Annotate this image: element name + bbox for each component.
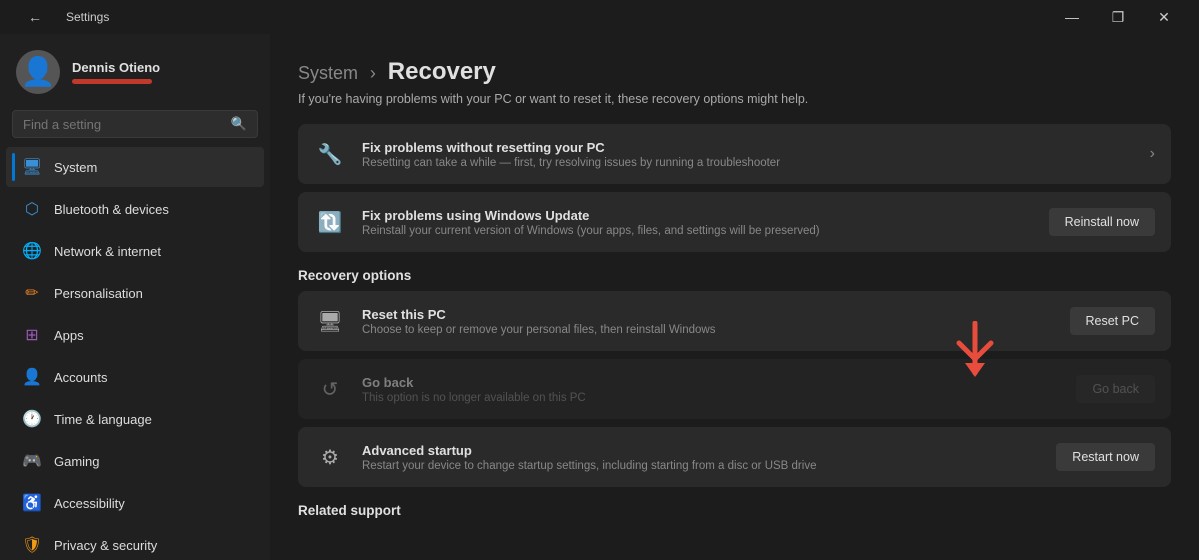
advanced-startup-text: Advanced startup Restart your device to … bbox=[362, 443, 1040, 472]
recovery-options-title: Recovery options bbox=[298, 268, 1171, 283]
go-back-title: Go back bbox=[362, 375, 1060, 390]
system-icon: 🖥 bbox=[22, 157, 42, 177]
sidebar-item-time[interactable]: 🕐 Time & language bbox=[6, 399, 264, 439]
window-controls: — ❐ ✕ bbox=[1049, 0, 1187, 34]
fix-pc-card[interactable]: 🔧 Fix problems without resetting your PC… bbox=[298, 124, 1171, 184]
go-back-card[interactable]: ↺ Go back This option is no longer avail… bbox=[298, 359, 1171, 419]
close-button[interactable]: ✕ bbox=[1141, 0, 1187, 34]
reset-pc-card[interactable]: 🖥 Reset this PC Choose to keep or remove… bbox=[298, 291, 1171, 351]
main-content: System › Recovery If you're having probl… bbox=[270, 34, 1199, 560]
bluetooth-icon: ⬡ bbox=[22, 199, 42, 219]
sidebar-item-personalisation[interactable]: ✏ Personalisation bbox=[6, 273, 264, 313]
user-bar bbox=[72, 79, 152, 84]
sidebar-item-label: Personalisation bbox=[54, 286, 143, 301]
avatar-icon: 👤 bbox=[21, 58, 56, 86]
user-info: Dennis Otieno bbox=[72, 60, 160, 84]
reinstall-now-button[interactable]: Reinstall now bbox=[1049, 208, 1155, 236]
apps-icon: ⊞ bbox=[22, 325, 42, 345]
fix-update-title: Fix problems using Windows Update bbox=[362, 208, 1033, 223]
breadcrumb: System › Recovery bbox=[298, 58, 1171, 86]
search-input[interactable] bbox=[23, 117, 223, 132]
fix-pc-text: Fix problems without resetting your PC R… bbox=[362, 140, 1134, 169]
reinstall-now-action: Reinstall now bbox=[1049, 208, 1155, 236]
reset-pc-subtitle: Choose to keep or remove your personal f… bbox=[362, 324, 1054, 336]
sidebar-item-label: Privacy & security bbox=[54, 538, 157, 553]
advanced-startup-icon: ⚙ bbox=[314, 441, 346, 473]
fix-update-icon: 🔃 bbox=[314, 206, 346, 238]
avatar: 👤 bbox=[16, 50, 60, 94]
recovery-options: 🖥 Reset this PC Choose to keep or remove… bbox=[298, 291, 1171, 487]
minimize-button[interactable]: — bbox=[1049, 0, 1095, 34]
sidebar-item-label: Gaming bbox=[54, 454, 100, 469]
advanced-startup-title: Advanced startup bbox=[362, 443, 1040, 458]
sidebar-item-accounts[interactable]: 👤 Accounts bbox=[6, 357, 264, 397]
back-button[interactable]: ← bbox=[12, 0, 58, 34]
time-icon: 🕐 bbox=[22, 409, 42, 429]
user-profile[interactable]: 👤 Dennis Otieno bbox=[0, 34, 270, 106]
reset-pc-button[interactable]: Reset PC bbox=[1070, 307, 1156, 335]
fix-pc-action: › bbox=[1150, 145, 1155, 163]
page-subtitle: If you're having problems with your PC o… bbox=[298, 92, 1171, 106]
restart-now-button[interactable]: Restart now bbox=[1056, 443, 1155, 471]
app-title: Settings bbox=[66, 10, 109, 24]
sidebar-item-bluetooth[interactable]: ⬡ Bluetooth & devices bbox=[6, 189, 264, 229]
sidebar-item-privacy[interactable]: 🛡 Privacy & security bbox=[6, 525, 264, 560]
sidebar-item-label: Network & internet bbox=[54, 244, 161, 259]
go-back-button[interactable]: Go back bbox=[1076, 375, 1155, 403]
accessibility-icon: ♿ bbox=[22, 493, 42, 513]
user-name: Dennis Otieno bbox=[72, 60, 160, 75]
go-back-subtitle: This option is no longer available on th… bbox=[362, 392, 1060, 404]
sidebar-item-label: Time & language bbox=[54, 412, 152, 427]
reset-pc-action: Reset PC bbox=[1070, 307, 1156, 335]
accounts-icon: 👤 bbox=[22, 367, 42, 387]
sidebar-item-label: Bluetooth & devices bbox=[54, 202, 169, 217]
reset-pc-icon: 🖥 bbox=[314, 305, 346, 337]
sidebar-item-label: System bbox=[54, 160, 97, 175]
restart-now-action: Restart now bbox=[1056, 443, 1155, 471]
reset-pc-title: Reset this PC bbox=[362, 307, 1054, 322]
fix-pc-subtitle: Resetting can take a while — first, try … bbox=[362, 157, 1134, 169]
sidebar-item-accessibility[interactable]: ♿ Accessibility bbox=[6, 483, 264, 523]
sidebar-item-gaming[interactable]: 🎮 Gaming bbox=[6, 441, 264, 481]
titlebar: ← Settings — ❐ ✕ bbox=[0, 0, 1199, 34]
related-support-title: Related support bbox=[298, 503, 1171, 518]
fix-pc-icon: 🔧 bbox=[314, 138, 346, 170]
advanced-startup-card[interactable]: ⚙ Advanced startup Restart your device t… bbox=[298, 427, 1171, 487]
sidebar: 👤 Dennis Otieno 🔍 🖥 System ⬡ Bluetooth &… bbox=[0, 34, 270, 560]
app-body: 👤 Dennis Otieno 🔍 🖥 System ⬡ Bluetooth &… bbox=[0, 34, 1199, 560]
fix-update-card[interactable]: 🔃 Fix problems using Windows Update Rein… bbox=[298, 192, 1171, 252]
network-icon: 🌐 bbox=[22, 241, 42, 261]
breadcrumb-parent: System bbox=[298, 63, 358, 83]
sidebar-item-label: Accounts bbox=[54, 370, 107, 385]
sidebar-item-apps[interactable]: ⊞ Apps bbox=[6, 315, 264, 355]
titlebar-left: ← Settings bbox=[12, 0, 1049, 34]
restore-button[interactable]: ❐ bbox=[1095, 0, 1141, 34]
privacy-icon: 🛡 bbox=[22, 535, 42, 555]
gaming-icon: 🎮 bbox=[22, 451, 42, 471]
sidebar-item-system[interactable]: 🖥 System bbox=[6, 147, 264, 187]
sidebar-item-label: Apps bbox=[54, 328, 84, 343]
chevron-right-icon: › bbox=[1150, 145, 1155, 162]
page-title: Recovery bbox=[388, 58, 496, 85]
fix-update-text: Fix problems using Windows Update Reinst… bbox=[362, 208, 1033, 237]
go-back-text: Go back This option is no longer availab… bbox=[362, 375, 1060, 404]
fix-pc-title: Fix problems without resetting your PC bbox=[362, 140, 1134, 155]
search-icon: 🔍 bbox=[231, 116, 247, 132]
go-back-icon: ↺ bbox=[314, 373, 346, 405]
personalisation-icon: ✏ bbox=[22, 283, 42, 303]
reset-pc-text: Reset this PC Choose to keep or remove y… bbox=[362, 307, 1054, 336]
sidebar-item-label: Accessibility bbox=[54, 496, 125, 511]
search-box[interactable]: 🔍 bbox=[12, 110, 258, 138]
go-back-action: Go back bbox=[1076, 375, 1155, 403]
fix-update-subtitle: Reinstall your current version of Window… bbox=[362, 225, 1033, 237]
advanced-startup-subtitle: Restart your device to change startup se… bbox=[362, 460, 1040, 472]
sidebar-item-network[interactable]: 🌐 Network & internet bbox=[6, 231, 264, 271]
breadcrumb-separator: › bbox=[370, 63, 376, 83]
